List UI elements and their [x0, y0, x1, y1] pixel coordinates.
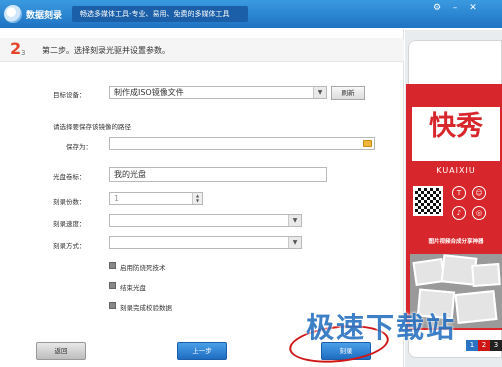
ad-slogan: 图片视频合成分享神器 — [428, 239, 484, 245]
speed-select[interactable]: ▼ — [109, 214, 302, 227]
option-label: 结束光盘 — [120, 284, 146, 292]
option-checkbox[interactable] — [109, 302, 116, 309]
app-logo-icon — [4, 5, 22, 23]
save-as-input[interactable] — [109, 137, 375, 150]
target-device-select[interactable]: 制作成ISO镜像文件 ▼ — [109, 86, 327, 99]
chevron-down-icon: ▼ — [313, 87, 326, 98]
app-title: 数据刻录 — [26, 11, 63, 21]
prev-step-button[interactable]: 上一步 — [177, 342, 227, 360]
corner-badge: 3 — [490, 340, 502, 351]
mode-label: 刻录方式： — [53, 242, 86, 250]
minimize-icon[interactable]: – — [448, 2, 462, 15]
back-button[interactable]: 返回 — [36, 342, 86, 360]
sticker-feature-icon: ☺ — [472, 186, 486, 200]
speed-label: 刻录速度： — [53, 220, 86, 228]
step-header: 2 3 第二步。选择刻录光驱并设置参数。 — [0, 38, 404, 62]
step-description: 第二步。选择刻录光驱并设置参数。 — [42, 46, 170, 55]
camera-feature-icon: ◎ — [472, 206, 486, 220]
disc-label-value: 我的光盘 — [114, 170, 146, 179]
folder-icon[interactable] — [363, 140, 372, 147]
ad-logo-text: 快秀 — [429, 111, 483, 142]
music-feature-icon: ♪ — [452, 206, 466, 220]
option-checkbox[interactable] — [109, 262, 116, 269]
option-label: 启用防烧死技术 — [120, 264, 166, 272]
refresh-button[interactable]: 刷新 — [331, 86, 365, 100]
step-number: 2 — [10, 39, 22, 58]
watermark: 极速下载站 — [306, 311, 457, 344]
qr-code — [413, 186, 443, 216]
step-total: 3 — [21, 49, 26, 57]
mode-select[interactable]: ▼ — [109, 236, 302, 249]
disc-label-input[interactable]: 我的光盘 — [109, 167, 327, 182]
settings-icon[interactable]: ⚙ — [430, 2, 444, 15]
text-feature-icon: T — [452, 186, 466, 200]
save-as-label: 保存为： — [66, 143, 92, 151]
corner-badge: 2 — [478, 340, 490, 351]
copies-stepper[interactable]: 1 ▲ ▼ — [109, 192, 203, 205]
close-icon[interactable]: ✕ — [466, 2, 480, 15]
title-bar: 数据刻录 畅选多媒体工具-专业、易用、免费的多媒体工具 ⚙ – ✕ — [0, 0, 502, 28]
ad-logo-subtext: KUAIXIU — [436, 166, 476, 175]
option-checkbox[interactable] — [109, 282, 116, 289]
target-device-label: 目标设备： — [53, 91, 86, 99]
copies-label: 刻录份数： — [53, 198, 86, 206]
corner-badge: 1 — [466, 340, 478, 351]
option-label: 刻录完成校验数据 — [120, 304, 172, 312]
tagline-banner: 畅选多媒体工具-专业、易用、免费的多媒体工具 — [72, 6, 248, 22]
target-device-value: 制作成ISO镜像文件 — [114, 88, 184, 97]
stepper-arrows-icon[interactable]: ▲ ▼ — [192, 193, 202, 204]
disc-label-label: 光盘卷标： — [53, 173, 86, 181]
save-path-hint: 请选择要保存该镜像的路径 — [53, 123, 131, 131]
chevron-down-icon: ▼ — [288, 215, 301, 226]
copies-value: 1 — [114, 194, 120, 203]
chevron-down-icon: ▼ — [288, 237, 301, 248]
